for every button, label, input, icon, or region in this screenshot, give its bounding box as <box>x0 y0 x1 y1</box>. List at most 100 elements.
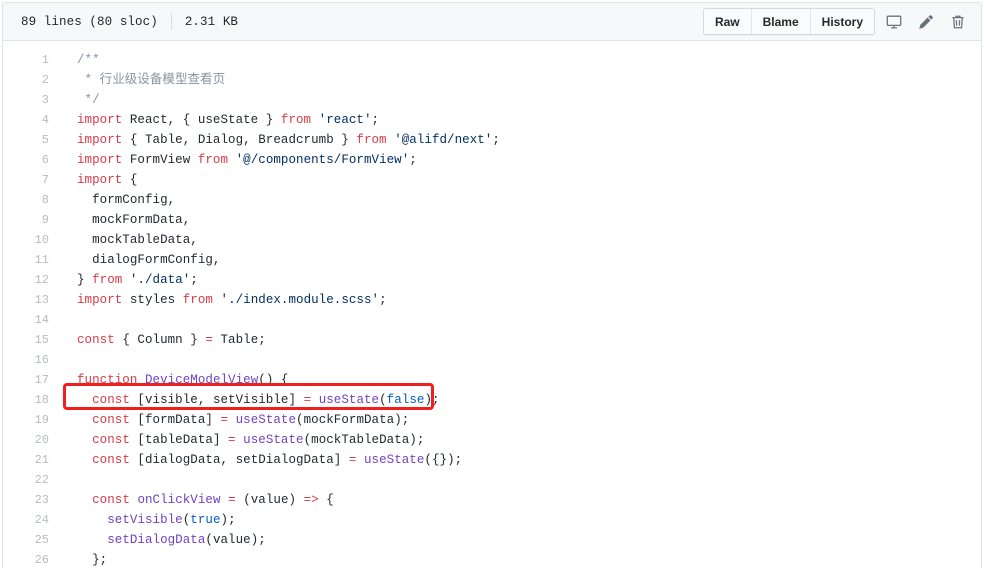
lines-count-label: 89 lines (80 sloc) <box>21 14 158 29</box>
trash-icon[interactable] <box>945 9 971 35</box>
line-number[interactable]: 1 <box>3 50 59 70</box>
line-content: const [tableData] = useState(mockTableDa… <box>59 430 981 450</box>
line-number[interactable]: 9 <box>3 210 59 230</box>
code-token: (value); <box>205 533 266 547</box>
code-token: from <box>356 133 387 147</box>
line-number[interactable]: 14 <box>3 310 59 330</box>
line-number[interactable]: 5 <box>3 130 59 150</box>
code-token: (value) <box>235 493 304 507</box>
history-button[interactable]: History <box>810 9 874 34</box>
line-number[interactable]: 12 <box>3 270 59 290</box>
code-token: const <box>92 453 130 467</box>
code-line: 16 <box>3 350 981 370</box>
code-token: './data' <box>129 273 191 287</box>
line-number[interactable]: 21 <box>3 450 59 470</box>
monitor-icon[interactable] <box>881 9 907 35</box>
file-viewer: 89 lines (80 sloc) 2.31 KB Raw Blame His… <box>0 0 984 568</box>
blame-button[interactable]: Blame <box>751 9 811 34</box>
code-token: from <box>280 113 312 127</box>
code-token: './index.module.scss' <box>220 293 380 307</box>
line-content <box>59 470 981 490</box>
code-token: useState <box>235 413 297 427</box>
line-number[interactable]: 16 <box>3 350 59 370</box>
code-token: styles <box>122 293 183 307</box>
code-line: 25 setDialogData(value); <box>3 530 981 550</box>
code-token: ; <box>371 113 380 127</box>
code-line: 6 import FormView from '@/components/Form… <box>3 150 981 170</box>
raw-button[interactable]: Raw <box>703 9 752 34</box>
line-number[interactable]: 26 <box>3 550 59 568</box>
line-number[interactable]: 22 <box>3 470 59 490</box>
line-number[interactable]: 11 <box>3 250 59 270</box>
line-number[interactable]: 3 <box>3 90 59 110</box>
line-content: import { <box>59 170 981 190</box>
line-content: import React, { useState } from 'react'; <box>59 110 981 130</box>
line-content: formConfig, <box>59 190 981 210</box>
line-content: setVisible(true); <box>59 510 981 530</box>
code-token: ; <box>492 133 500 147</box>
code-token: { <box>318 493 334 507</box>
code-token: '@/components/FormView' <box>235 153 410 167</box>
code-token: }; <box>77 553 108 567</box>
code-line: 21 const [dialogData, setDialogData] = u… <box>3 450 981 470</box>
line-content: } from './data'; <box>59 270 981 290</box>
code-line: 7 import { <box>3 170 981 190</box>
pencil-icon[interactable] <box>913 9 939 35</box>
code-token: useState <box>318 393 380 407</box>
code-token: FormView <box>122 153 198 167</box>
code-lines: 1/** 2 * 行业级设备模型查看页 3 */4 import React, { u… <box>3 50 981 568</box>
code-token: const <box>92 493 130 507</box>
line-number[interactable]: 17 <box>3 370 59 390</box>
line-number[interactable]: 19 <box>3 410 59 430</box>
code-content-area[interactable]: 1/** 2 * 行业级设备模型查看页 3 */4 import React, { u… <box>2 41 982 568</box>
code-line: 5 import { Table, Dialog, Breadcrumb } fr… <box>3 130 981 150</box>
code-token: { <box>122 173 138 187</box>
code-token: const <box>92 433 130 447</box>
line-number[interactable]: 10 <box>3 230 59 250</box>
line-number[interactable]: 18 <box>3 390 59 410</box>
code-token: from <box>92 273 123 287</box>
line-content: dialogFormConfig, <box>59 250 981 270</box>
code-token: import <box>77 293 123 307</box>
code-line: 18 const [visible, setVisible] = useStat… <box>3 390 981 410</box>
line-number[interactable]: 2 <box>3 70 59 90</box>
code-token: setVisible <box>107 513 183 527</box>
line-number[interactable]: 23 <box>3 490 59 510</box>
line-number[interactable]: 6 <box>3 150 59 170</box>
line-number[interactable]: 13 <box>3 290 59 310</box>
code-token: dialogFormConfig, <box>77 253 221 267</box>
code-line: 20 const [tableData] = useState(mockTabl… <box>3 430 981 450</box>
code-token: formConfig, <box>77 193 176 207</box>
line-number[interactable]: 7 <box>3 170 59 190</box>
line-number[interactable]: 8 <box>3 190 59 210</box>
code-token: (mockFormData); <box>296 413 410 427</box>
line-number[interactable]: 25 <box>3 530 59 550</box>
line-number[interactable]: 20 <box>3 430 59 450</box>
code-token: const <box>92 393 130 407</box>
code-token: import <box>77 153 123 167</box>
code-token: ( <box>379 393 387 407</box>
code-token: mockTableData, <box>77 233 198 247</box>
line-content: const { Column } = Table; <box>59 330 981 350</box>
line-content: setDialogData(value); <box>59 530 981 550</box>
code-token: ; <box>190 273 198 287</box>
line-number[interactable]: 15 <box>3 330 59 350</box>
code-token: useState <box>364 453 425 467</box>
code-token: import <box>77 113 123 127</box>
code-line: 13 import styles from './index.module.scs… <box>3 290 981 310</box>
line-content: * 行业级设备模型查看页 <box>59 70 981 90</box>
code-token: useState <box>243 433 304 447</box>
code-token: /** <box>77 53 100 67</box>
line-number[interactable]: 4 <box>3 110 59 130</box>
code-token: '@alifd/next' <box>394 133 493 147</box>
file-size-label: 2.31 KB <box>184 14 239 29</box>
line-number[interactable]: 24 <box>3 510 59 530</box>
